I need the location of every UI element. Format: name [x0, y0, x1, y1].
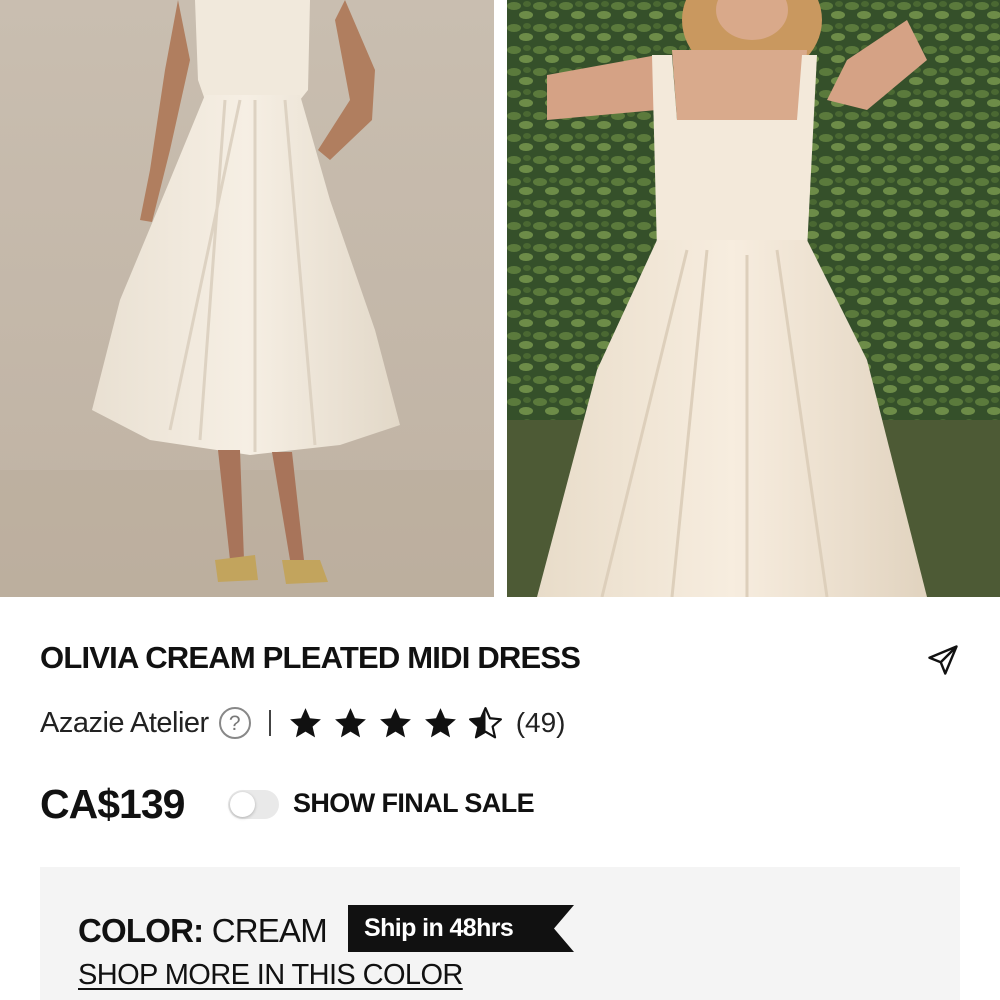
brand-name[interactable]: Azazie Atelier [40, 707, 209, 740]
divider [268, 710, 271, 736]
star-icon [334, 707, 366, 737]
color-value: CREAM [211, 912, 328, 949]
star-icon [424, 707, 456, 737]
product-title: OLIVIA CREAM PLEATED MIDI DRESS [40, 640, 581, 675]
shop-more-color-link[interactable]: SHOP MORE IN THIS COLOR [78, 959, 463, 992]
toggle-knob [230, 792, 255, 817]
product-image-front-art [0, 0, 494, 597]
price: CA$139 [40, 781, 185, 827]
final-sale-label: SHOW FINAL SALE [293, 788, 535, 818]
product-image-front[interactable] [0, 0, 494, 597]
help-icon[interactable]: ? [218, 707, 251, 739]
product-image-model-art [507, 0, 1000, 597]
rating-stars[interactable] [287, 705, 504, 742]
star-icon [379, 707, 411, 737]
star-icon [289, 707, 321, 737]
share-icon [928, 645, 958, 675]
product-image-model[interactable] [507, 0, 1000, 597]
color-label: COLOR: CREAM [78, 912, 328, 950]
color-key: COLOR: [78, 912, 204, 949]
share-button[interactable] [922, 640, 964, 680]
ship-badge: Ship in 48hrs [348, 905, 574, 952]
star-half-icon [468, 706, 502, 738]
color-panel: COLOR: CREAM Ship in 48hrs SHOP MORE IN … [40, 867, 960, 1000]
review-count[interactable]: (49) [516, 707, 566, 739]
brand-rating-row: Azazie Atelier ? (49) [40, 703, 566, 743]
final-sale-toggle[interactable] [228, 790, 279, 819]
ship-badge-text: Ship in 48hrs [364, 914, 514, 942]
